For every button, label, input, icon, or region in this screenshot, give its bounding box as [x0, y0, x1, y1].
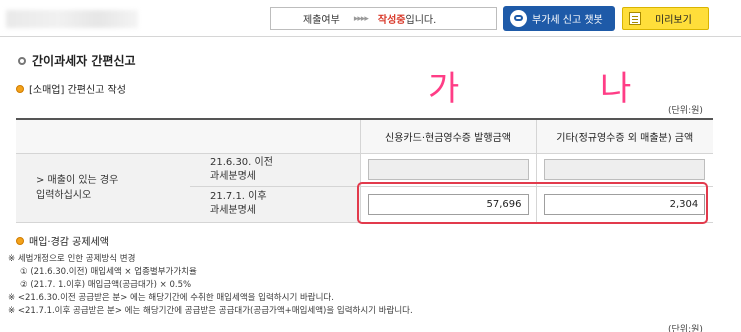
- preview-button-label: 미리보기: [655, 15, 692, 26]
- submission-status: 제출여부 ▸▸▸▸ 작성중 입니다.: [270, 7, 497, 30]
- title-bullet-icon: [18, 56, 26, 65]
- card-amount-before-input: [367, 159, 529, 180]
- period-after-line1: 21.7.1. 이후: [210, 191, 267, 202]
- header-divider: [0, 36, 741, 37]
- status-value: 작성중: [377, 15, 406, 26]
- side-label-line1: > 매출이 있는 경우: [36, 174, 119, 186]
- table-header-blank-2: [190, 118, 360, 154]
- annotation-ga: 가: [428, 69, 460, 109]
- preview-button[interactable]: 미리보기: [622, 7, 709, 30]
- blurred-logo: [6, 10, 138, 28]
- side-label-line2: 입력하십시오: [36, 189, 92, 201]
- col-header-other: 기타(정규영수증 외 매출분) 금액: [535, 118, 713, 154]
- period-before-line1: 21.6.30. 이전: [210, 156, 273, 168]
- note-item: ※ <21.6.30.이전 공급받은 분> 에는 해당기간에 수취한 매입세액을…: [8, 293, 334, 303]
- period-before-line2: 과세분명세: [210, 170, 256, 182]
- sales-side-label: > 매출이 있는 경우 입력하십시오: [16, 153, 190, 223]
- orange-bullet-icon: [16, 84, 24, 93]
- chatbot-button-label: 부가세 신고 챗봇: [532, 15, 603, 26]
- note-item: ② (21.7. 1.이후) 매입금액(공급대가) × 0.5%: [20, 280, 192, 290]
- unit-label-bottom: (단위:원): [668, 325, 703, 332]
- period-before: 21.6.30. 이전 과세분명세: [190, 153, 360, 187]
- table-header-blank: [16, 118, 190, 154]
- section-retail-title-text: [소매업] 간편신고 작성: [29, 85, 126, 96]
- status-suffix: 입니다.: [405, 15, 437, 26]
- note-item: ※ <21.7.1.이후 공급받은 분> 에는 해당기간에 공급받은 공급대가(…: [8, 306, 413, 316]
- document-icon: [629, 12, 641, 25]
- other-amount-before-input: [544, 159, 706, 180]
- note-item: ① (21.6.30.이전) 매입세액 × 업종별부가가치율: [20, 267, 197, 277]
- section-purchase-title: 매입·경감 공제세액: [16, 233, 109, 248]
- orange-bullet-icon-2: [16, 236, 24, 245]
- status-label: 제출여부: [303, 15, 340, 26]
- section-retail-title: [소매업] 간편신고 작성: [16, 81, 126, 96]
- notes-list: ※ 세법개정으로 인한 공제방식 변경 ① (21.6.30.이전) 매입세액 …: [8, 253, 413, 318]
- page-title: 간이과세자 간편신고: [18, 52, 136, 69]
- period-after: 21.7.1. 이후 과세분명세: [190, 186, 360, 223]
- status-arrows-icon: ▸▸▸▸: [353, 13, 369, 24]
- note-item: ※ 세법개정으로 인한 공제방식 변경: [8, 254, 136, 264]
- unit-label: (단위:원): [668, 106, 703, 116]
- vat-chatbot-button[interactable]: 부가세 신고 챗봇: [503, 6, 615, 31]
- annotation-na: 나: [600, 69, 632, 109]
- section-purchase-title-text: 매입·경감 공제세액: [29, 237, 109, 248]
- col-header-card: 신용카드·현금영수증 발행금액: [359, 118, 536, 154]
- page-title-text: 간이과세자 간편신고: [32, 54, 136, 68]
- highlight-annotation: [357, 182, 708, 224]
- period-after-line2: 과세분명세: [210, 205, 256, 216]
- chatbot-icon: [510, 10, 527, 27]
